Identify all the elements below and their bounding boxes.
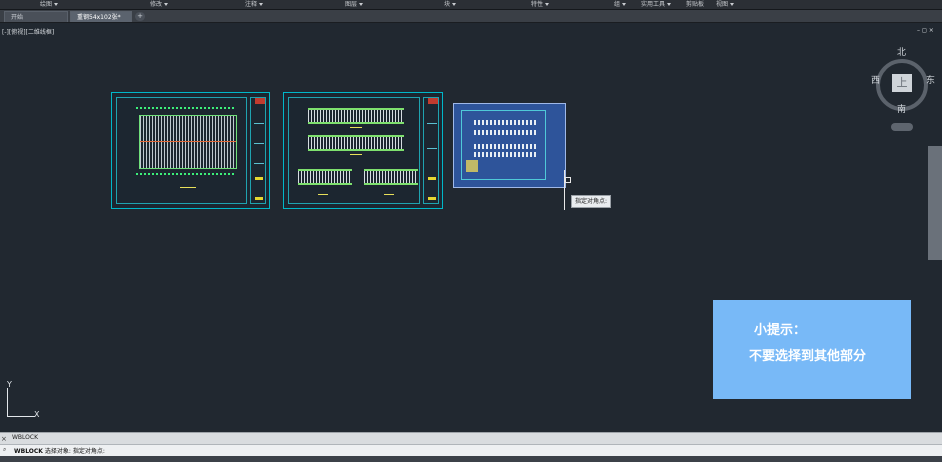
viewport-controls[interactable]: [-][俯视][二维线框] [2, 27, 54, 36]
compass-north[interactable]: 北 [897, 45, 906, 58]
dynamic-input-tooltip: 指定对角点: [571, 195, 612, 208]
chevron-down-icon [730, 3, 735, 6]
ribbon-panel-groups[interactable]: 组 [614, 0, 627, 8]
viewcube-top-face[interactable]: 上 [892, 74, 912, 92]
grid-bubbles [136, 107, 236, 109]
close-icon[interactable]: × [1, 435, 7, 443]
panel-label: 图层 [345, 1, 358, 8]
drawing-caption [350, 154, 362, 155]
mini-elevation [474, 130, 536, 135]
title-block-mark [255, 197, 263, 200]
elevation-drawing [308, 108, 404, 124]
ribbon-panel-utilities[interactable]: 实用工具 [641, 0, 672, 8]
command-name: WBLOCK [14, 448, 43, 455]
panel-label: 块 [444, 1, 451, 8]
chevron-down-icon [164, 3, 169, 6]
command-search-icon[interactable]: ⌕ [3, 446, 6, 454]
viewcube[interactable]: 上 北 南 东 西 [871, 45, 935, 115]
chevron-down-icon [452, 3, 457, 6]
chevron-down-icon [622, 3, 627, 6]
title-block-logo [255, 98, 265, 104]
new-tab-button[interactable]: + [135, 12, 145, 21]
tab-drawing[interactable]: 重钢54x102张* [70, 11, 132, 22]
drawing-caption [180, 187, 196, 188]
chevron-down-icon [545, 3, 550, 6]
panel-label: 注释 [245, 1, 258, 8]
tab-start[interactable]: 开始 [4, 11, 68, 22]
ribbon-panel-layers[interactable]: 图层 [345, 0, 364, 8]
command-prompt-text: 选择对象: 指定对角点: [44, 448, 105, 455]
ribbon-panel-annotate[interactable]: 注释 [245, 0, 264, 8]
pickbox-cursor [565, 177, 571, 183]
crosshair-cursor [564, 170, 565, 210]
file-tab-bar: 开始 重钢54x102张* + [0, 10, 942, 23]
ucs-icon: Y X [4, 380, 40, 419]
title-block-rule [254, 143, 264, 144]
elevation-drawing [364, 169, 418, 185]
compass-south[interactable]: 南 [897, 102, 906, 115]
ucs-y-label: Y [7, 380, 12, 389]
title-block [423, 97, 439, 204]
title-block-mark [428, 177, 436, 180]
ucs-x-label: X [34, 410, 40, 419]
grid-bubbles [136, 173, 236, 175]
chevron-down-icon [667, 3, 672, 6]
elevation-drawing [308, 135, 404, 151]
title-block-mark [255, 177, 263, 180]
panel-label: 组 [614, 1, 621, 8]
mini-elevation [474, 120, 536, 125]
mini-elevation [474, 144, 536, 149]
title-block-rule [254, 163, 264, 164]
plus-icon: + [137, 12, 143, 20]
chevron-down-icon [54, 3, 59, 6]
panel-label: 绘图 [40, 1, 53, 8]
title-block [250, 97, 266, 204]
drawing-sheet-elevations[interactable] [283, 92, 443, 209]
viewport-window-controls[interactable]: – ◻ × [917, 27, 934, 34]
tab-label: 重钢54x102张* [77, 14, 121, 21]
title-block-mark [428, 197, 436, 200]
ribbon-panel-view[interactable]: 视图 [716, 0, 735, 8]
drawing-caption [318, 194, 328, 195]
title-block-logo [428, 98, 438, 104]
drawing-caption [350, 127, 362, 128]
ribbon-panel-draw[interactable]: 绘图 [40, 0, 59, 8]
compass-east[interactable]: 东 [926, 73, 935, 86]
drawing-sheet-plan[interactable] [111, 92, 270, 209]
panel-label: 特性 [531, 1, 544, 8]
ucs-x-axis [7, 416, 35, 417]
drawing-caption [384, 194, 394, 195]
tab-label: 开始 [11, 14, 24, 21]
hint-body: 不要选择到其他部分 [749, 349, 867, 364]
ribbon-panel-bar: 绘图 修改 注释 图层 块 特性 组 实用工具 剪贴板 视图 [0, 0, 942, 10]
ribbon-panel-properties[interactable]: 特性 [531, 0, 550, 8]
title-block-rule [427, 123, 437, 124]
navigation-bar[interactable] [928, 146, 942, 260]
title-block-rule [254, 123, 264, 124]
status-bar [0, 456, 942, 462]
axis-line [140, 140, 236, 142]
command-prompt: WBLOCK 选择对象: 指定对角点: [14, 446, 105, 455]
title-block-rule [427, 148, 437, 149]
panel-label: 剪贴板 [686, 1, 705, 8]
compass-west[interactable]: 西 [871, 73, 880, 86]
chevron-down-icon [259, 3, 264, 6]
ucs-y-axis [7, 388, 8, 416]
floor-plan [139, 115, 237, 169]
mini-highlight [466, 160, 478, 172]
mini-elevation [474, 152, 536, 157]
wcs-menu-button[interactable] [891, 123, 913, 131]
ribbon-panel-block[interactable]: 块 [444, 0, 457, 8]
panel-label: 修改 [150, 1, 163, 8]
ribbon-panel-modify[interactable]: 修改 [150, 0, 169, 8]
command-history-line: WBLOCK [12, 434, 39, 441]
ribbon-panel-clipboard[interactable]: 剪贴板 [686, 0, 704, 8]
hint-box: 小提示： 不要选择到其他部分 [713, 300, 911, 399]
panel-label: 视图 [716, 1, 729, 8]
selection-window[interactable] [453, 103, 566, 188]
chevron-down-icon [359, 3, 364, 6]
panel-label: 实用工具 [641, 1, 666, 8]
elevation-drawing [298, 169, 352, 185]
hint-title: 小提示： [754, 323, 807, 338]
